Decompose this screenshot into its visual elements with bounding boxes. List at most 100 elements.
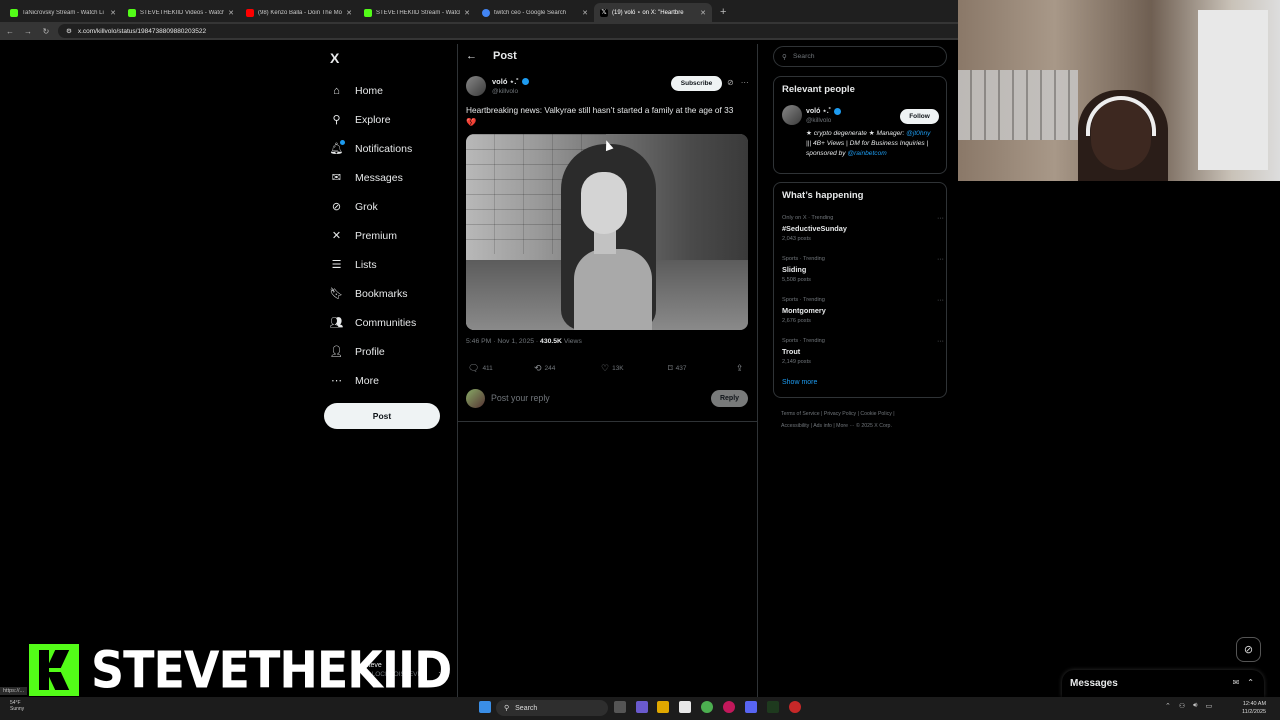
expand-chevron-icon[interactable]: ⌃ (1247, 678, 1254, 687)
browser-tab-active[interactable]: 𝕏 (19) voló ⋆ on X: "Heartbre ✕ (594, 3, 712, 22)
x-logo[interactable]: X (330, 50, 339, 66)
browser-tab[interactable]: STEVETHEKIID Videos - Watch ✕ (122, 3, 240, 22)
search-icon: ⚲ (332, 114, 341, 126)
footer-links[interactable]: Terms of Service | Privacy Policy | Cook… (781, 408, 951, 432)
nav-item-premium[interactable]: ✕ Premium (326, 221, 456, 250)
start-menu-icon[interactable] (479, 701, 491, 713)
close-tab-icon[interactable]: ✕ (110, 9, 116, 17)
nav-item-notifications[interactable]: 🔔︎ Notifications (326, 134, 456, 163)
nav-item-communities[interactable]: 👥︎ Communities (326, 308, 456, 337)
close-tab-icon[interactable]: ✕ (582, 9, 588, 17)
relevant-people-title: Relevant people (782, 84, 855, 95)
subscribe-button[interactable]: Subscribe (671, 76, 722, 91)
trend-item[interactable]: Sports · Trending Sliding 5,508 posts ··… (782, 256, 944, 283)
network-icon[interactable]: ⚇ (1179, 702, 1185, 710)
google-favicon-icon (482, 8, 490, 17)
share-action[interactable]: ⇪ (736, 363, 744, 374)
taskbar-clock[interactable]: 12:40 AM 11/2/2025 (1242, 700, 1266, 716)
nav-item-bookmarks[interactable]: 🔖︎ Bookmarks (326, 279, 456, 308)
nav-item-lists[interactable]: ☰ Lists (326, 250, 456, 279)
more-options-icon[interactable]: ··· (937, 215, 944, 222)
show-more-link[interactable]: Show more (782, 379, 817, 386)
compose-post-button[interactable]: Post (324, 403, 440, 429)
trend-item[interactable]: Only on X · Trending #SeductiveSunday 2,… (782, 215, 944, 242)
more-options-icon[interactable]: ··· (937, 338, 944, 345)
grok-explain-icon[interactable]: ⊘ (727, 78, 734, 87)
reply-divider (458, 421, 757, 422)
opera-icon[interactable] (723, 701, 735, 713)
reload-icon[interactable]: ↻ (40, 27, 52, 36)
volume-icon[interactable]: 🔊︎ (1193, 702, 1197, 710)
new-message-icon[interactable]: ✉ (1233, 678, 1240, 687)
reply-input[interactable]: Post your reply (491, 393, 550, 403)
nav-item-explore[interactable]: ⚲ Explore (326, 105, 456, 134)
nav-item-more[interactable]: ⋯ More (326, 366, 456, 395)
x-icon: ✕ (331, 230, 342, 242)
chevron-up-icon[interactable]: ⌃ (1165, 702, 1171, 710)
reply-button[interactable]: Reply (711, 390, 748, 407)
nav-item-grok[interactable]: ⊘ Grok (326, 192, 456, 221)
post-menu: ⊘ ··· (727, 78, 749, 87)
trend-item[interactable]: Sports · Trending Trout 2,149 posts ··· (782, 338, 944, 365)
trend-item[interactable]: Sports · Trending Montgomery 2,676 posts… (782, 297, 944, 324)
browser-tab[interactable]: (98) Kenzo Balla - Doin The Mo ✕ (240, 3, 358, 22)
bookmark-action[interactable]: ⌑ 437 (668, 363, 686, 374)
store-icon[interactable] (679, 701, 691, 713)
new-tab-button[interactable]: + (712, 3, 734, 22)
weather-widget[interactable]: 54°F Sunny (10, 700, 24, 712)
back-arrow-icon[interactable]: ← (466, 50, 477, 62)
link-preview-status: https://... (0, 687, 28, 695)
more-circle-icon: ⋯ (331, 375, 342, 387)
messages-drawer[interactable]: Messages ✉ ⌃ (1062, 670, 1264, 697)
search-input[interactable]: ⚲ Search (773, 46, 947, 67)
reply-action[interactable]: 🗨︎ 411 (468, 363, 493, 374)
like-action[interactable]: ♡ 13K (601, 363, 624, 374)
grok-button[interactable]: ⊘ (1236, 637, 1261, 662)
post-author[interactable]: voló ⋆.˚ @killvolo (466, 76, 529, 96)
follow-button[interactable]: Follow (900, 109, 939, 124)
chrome-icon[interactable] (701, 701, 713, 713)
more-options-icon[interactable]: ··· (937, 256, 944, 263)
author-name[interactable]: voló ⋆.˚ (492, 77, 519, 86)
close-tab-icon[interactable]: ✕ (464, 9, 470, 17)
system-tray[interactable]: ⌃ ⚇ 🔊︎ ▭ (1165, 702, 1212, 710)
forward-arrow-icon[interactable]: → (22, 27, 34, 36)
more-options-icon[interactable]: ··· (741, 78, 749, 87)
browser-tab[interactable]: TaNicrovsky Stream - Watch Li ✕ (4, 3, 122, 22)
nav-item-home[interactable]: ⌂ Home (326, 76, 456, 105)
avatar[interactable] (782, 105, 802, 125)
back-arrow-icon[interactable]: ← (4, 27, 16, 36)
more-options-icon[interactable]: ··· (937, 297, 944, 304)
column-divider (757, 44, 758, 700)
close-tab-icon[interactable]: ✕ (228, 9, 234, 17)
post-image[interactable] (466, 134, 748, 330)
close-tab-icon[interactable]: ✕ (700, 9, 706, 17)
nav-item-messages[interactable]: ✉ Messages (326, 163, 456, 192)
browser-tab[interactable]: twitch ceo - Google Search ✕ (476, 3, 594, 22)
task-view-icon[interactable] (614, 701, 626, 713)
grok-icon: ⊘ (1243, 644, 1254, 656)
people-icon: 👥︎ (329, 317, 344, 329)
repost-action[interactable]: ⟲ 244 (534, 363, 555, 374)
close-tab-icon[interactable]: ✕ (346, 9, 352, 17)
file-explorer-icon[interactable] (657, 701, 669, 713)
copilot-icon[interactable] (636, 701, 648, 713)
home-icon: ⌂ (333, 84, 340, 97)
browser-tab[interactable]: STEVETHEKIID Stream - Watch ✕ (358, 3, 476, 22)
nav-item-profile[interactable]: 👤︎ Profile (326, 337, 456, 366)
obs-icon[interactable] (789, 701, 801, 713)
whats-happening-card: What’s happening Only on X · Trending #S… (773, 182, 947, 398)
youtube-favicon-icon (246, 8, 254, 17)
left-navigation: ⌂ Home ⚲ Explore 🔔︎ Notifications ✉ Messages… (326, 76, 456, 395)
list-icon: ☰ (331, 259, 342, 271)
taskbar-search[interactable]: ⚲ Search (496, 700, 608, 716)
site-info-icon[interactable]: ⚙ (66, 27, 72, 35)
battery-icon[interactable]: ▭ (1206, 702, 1213, 710)
avatar[interactable] (466, 76, 486, 96)
kick-app-icon[interactable] (767, 701, 779, 713)
verified-badge-icon (521, 78, 529, 85)
author-handle[interactable]: @killvolo (492, 88, 529, 95)
share-icon: ⇪ (736, 363, 744, 373)
discord-icon[interactable] (745, 701, 757, 713)
reply-icon: 🗨︎ (468, 363, 480, 373)
